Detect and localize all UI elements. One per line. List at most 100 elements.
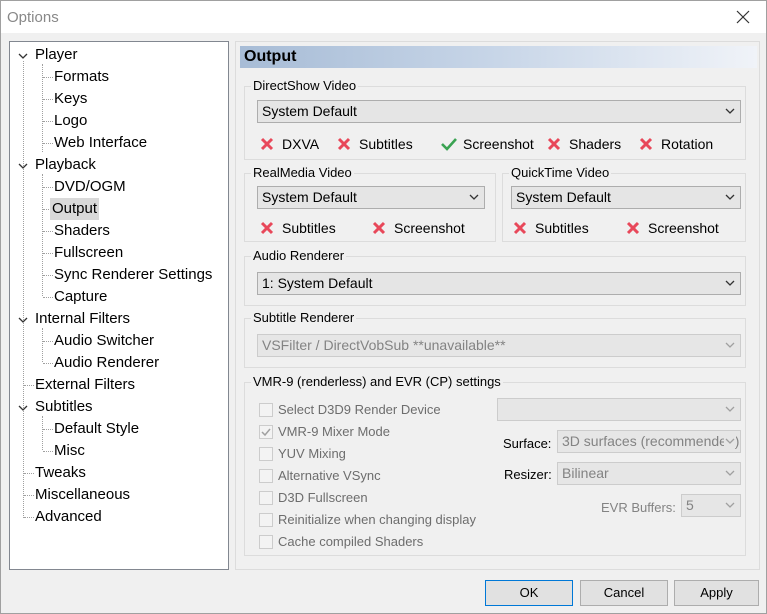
chevron-down-icon[interactable]	[17, 50, 29, 62]
resizer-label: Resizer:	[504, 467, 552, 482]
chevron-down-icon	[725, 502, 735, 508]
checkbox-box[interactable]	[259, 469, 273, 483]
tree-item-subtitles[interactable]: Subtitles	[33, 396, 95, 418]
tree-item-sync-renderer[interactable]: Sync Renderer Settings	[52, 264, 214, 286]
feature-label: Subtitles	[535, 220, 589, 236]
chevron-down-icon	[725, 108, 735, 114]
evr-buffers-value: 5	[686, 497, 694, 513]
title-bar: Options	[1, 1, 766, 33]
tree-item-internal-filters[interactable]: Internal Filters	[33, 308, 132, 330]
realmedia-select[interactable]: System Default	[257, 186, 485, 209]
tree-item-fullscreen[interactable]: Fullscreen	[52, 242, 125, 264]
tree-item-output[interactable]: Output	[50, 198, 100, 220]
chevron-down-icon[interactable]	[17, 314, 29, 326]
realmedia-title: RealMedia Video	[251, 165, 354, 181]
tree-item-playback[interactable]: Playback	[33, 154, 98, 176]
cross-icon	[639, 137, 653, 151]
cross-icon	[513, 221, 527, 235]
feature-label: Subtitles	[282, 220, 336, 236]
ok-button[interactable]: OK	[485, 580, 573, 606]
checkbox-box[interactable]	[259, 403, 273, 417]
directshow-value: System Default	[262, 103, 357, 119]
checkbox-label: YUV Mixing	[278, 446, 346, 461]
feature-label: Shaders	[569, 136, 622, 152]
checkbox-box[interactable]	[259, 535, 273, 549]
tree-item-audio-renderer[interactable]: Audio Renderer	[52, 352, 161, 374]
d3d9-device-select[interactable]	[497, 398, 741, 421]
tree-item-misc[interactable]: Misc	[52, 440, 87, 462]
tree-item-dvd-ogm[interactable]: DVD/OGM	[52, 176, 128, 198]
close-button[interactable]	[720, 1, 766, 33]
tree-item-advanced[interactable]: Advanced	[33, 506, 104, 528]
checkbox-box[interactable]	[259, 425, 273, 439]
realmedia-group: RealMedia Video System Default Subtitles…	[244, 165, 496, 242]
checkbox-label: VMR-9 Mixer Mode	[278, 424, 390, 439]
checkbox-label: Select D3D9 Render Device	[278, 402, 441, 417]
directshow-select[interactable]: System Default	[257, 100, 741, 123]
surface-label: Surface:	[503, 436, 552, 451]
page-title: Output	[240, 46, 757, 68]
cross-icon	[260, 137, 274, 151]
tree-item-miscellaneous[interactable]: Miscellaneous	[33, 484, 132, 506]
tree-item-web-interface[interactable]: Web Interface	[52, 132, 149, 154]
tree-item-audio-switcher[interactable]: Audio Switcher	[52, 330, 156, 352]
chevron-down-icon[interactable]	[17, 160, 29, 172]
vmr-settings-title: VMR-9 (renderless) and EVR (CP) settings	[251, 374, 503, 390]
tree-guide	[42, 328, 43, 362]
vmr-settings-group: VMR-9 (renderless) and EVR (CP) settings…	[244, 374, 746, 556]
subtitle-renderer-title: Subtitle Renderer	[251, 310, 357, 326]
checkbox-box[interactable]	[259, 447, 273, 461]
tree-item-shaders[interactable]: Shaders	[52, 220, 112, 242]
checkbox-label: D3D Fullscreen	[278, 490, 368, 505]
feature-label: Screenshot	[463, 136, 534, 152]
tree-guide	[42, 416, 43, 450]
subtitle-renderer-value: VSFilter / DirectVobSub **unavailable**	[262, 337, 506, 353]
feature-label: DXVA	[282, 136, 320, 152]
cancel-button[interactable]: Cancel	[580, 580, 668, 606]
options-window: Options Player Formats Keys Logo Web Int…	[0, 0, 767, 614]
close-icon	[736, 10, 750, 24]
subtitle-renderer-select[interactable]: VSFilter / DirectVobSub **unavailable**	[257, 334, 741, 357]
audio-renderer-title: Audio Renderer	[251, 248, 347, 264]
resizer-select[interactable]: Bilinear	[557, 462, 741, 485]
tree-item-formats[interactable]: Formats	[52, 66, 111, 88]
tree-item-external-filters[interactable]: External Filters	[33, 374, 137, 396]
checkbox-label: Cache compiled Shaders	[278, 534, 424, 549]
checkmark-icon	[441, 138, 457, 151]
chevron-down-icon[interactable]	[17, 402, 29, 414]
subtitle-renderer-group: Subtitle Renderer VSFilter / DirectVobSu…	[244, 310, 746, 368]
surface-select[interactable]: 3D surfaces (recommended)	[557, 430, 741, 453]
quicktime-select[interactable]: System Default	[511, 186, 741, 209]
tree-item-default-style[interactable]: Default Style	[52, 418, 141, 440]
cross-icon	[260, 221, 274, 235]
cross-icon	[626, 221, 640, 235]
chevron-down-icon	[725, 280, 735, 286]
checkbox-label: Alternative VSync	[278, 468, 381, 483]
tree-item-tweaks[interactable]: Tweaks	[33, 462, 88, 484]
cross-icon	[372, 221, 386, 235]
directshow-title: DirectShow Video	[251, 78, 359, 94]
checkmark-icon	[261, 428, 271, 437]
checkbox-box[interactable]	[259, 513, 273, 527]
audio-renderer-value: 1: System Default	[262, 275, 373, 291]
realmedia-value: System Default	[262, 189, 357, 205]
evr-buffers-select[interactable]: 5	[681, 494, 741, 517]
directshow-group: DirectShow Video System Default DXVA Sub…	[244, 78, 746, 160]
quicktime-group: QuickTime Video System Default Subtitles…	[502, 165, 746, 242]
options-tree[interactable]: Player Formats Keys Logo Web Interface P…	[9, 41, 229, 570]
chevron-down-icon	[725, 342, 735, 348]
feature-label: Screenshot	[648, 220, 719, 236]
resizer-value: Bilinear	[562, 465, 609, 481]
tree-item-keys[interactable]: Keys	[52, 88, 89, 110]
tree-item-player[interactable]: Player	[33, 44, 80, 66]
window-title: Options	[7, 9, 59, 26]
feature-label: Rotation	[661, 136, 714, 152]
checkbox-label: Reinitialize when changing display	[278, 512, 477, 527]
tree-guide	[23, 61, 24, 518]
tree-item-capture[interactable]: Capture	[52, 286, 109, 308]
audio-renderer-select[interactable]: 1: System Default	[257, 272, 741, 295]
quicktime-value: System Default	[516, 189, 611, 205]
checkbox-box[interactable]	[259, 491, 273, 505]
apply-button[interactable]: Apply	[674, 580, 759, 606]
tree-item-logo[interactable]: Logo	[52, 110, 89, 132]
